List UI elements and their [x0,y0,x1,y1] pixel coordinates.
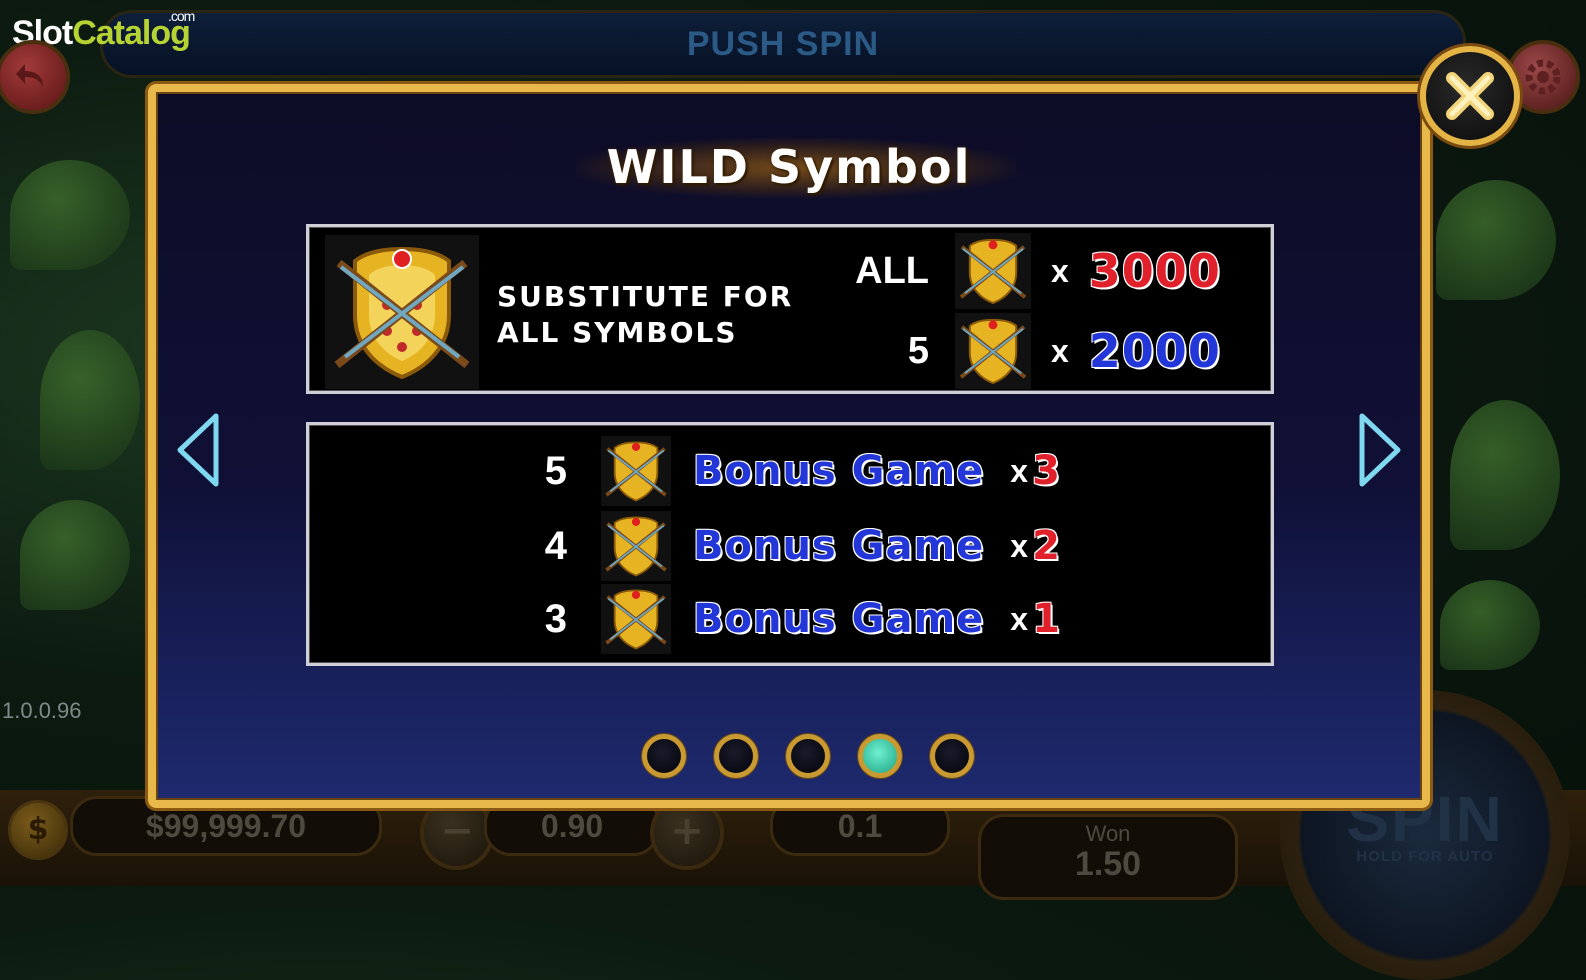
gear-icon [1525,59,1561,95]
bonus-row: 4 Bonus Game x 2 [309,510,1271,582]
won-label: Won [1085,821,1131,846]
page-dot[interactable] [786,734,830,778]
page-dot[interactable] [858,734,902,778]
bonus-label: Bonus Game [693,448,985,494]
modal-title: WILD Symbol [606,140,972,194]
leaf-decoration [1440,580,1540,670]
leaf-decoration [20,500,130,610]
bonus-multiplier-sign: x [1010,600,1029,637]
next-page-button[interactable] [1354,412,1404,488]
bonus-row: 5 Bonus Game x 3 [309,435,1271,507]
payout-row: 5 x 2000 [819,313,1221,389]
wild-shield-crossed-rifles-icon [601,511,671,581]
chevron-right-icon [1359,413,1401,487]
payout-multiplier-sign: x [1051,252,1069,289]
wild-payout-panel: SUBSTITUTE FOR ALL SYMBOLS ALL x 3000 5 [306,224,1274,394]
payout-multiplier-sign: x [1051,332,1069,369]
bonus-count: 3 [544,596,567,641]
substitute-text-line2: ALL SYMBOLS [497,316,738,349]
payout-count: 5 [907,329,929,372]
spin-sublabel: HOLD FOR AUTO [1356,848,1494,865]
page-dot[interactable] [930,734,974,778]
bonus-panel: 5 Bonus Game x 3 4 Bonus Game x 2 3 Bonu… [306,422,1274,666]
substitute-text-line1: SUBSTITUTE FOR [497,280,794,313]
bonus-multiplier-sign: x [1010,527,1029,564]
top-bar-title: PUSH SPIN [686,25,880,63]
back-arrow-icon [16,64,43,87]
won-display: Won 1.50 [978,814,1238,900]
bonus-multiplier: 3 [1032,448,1060,494]
brand-suffix: .com [168,8,195,24]
bonus-label: Bonus Game [693,523,985,569]
payout-count: ALL [855,249,929,292]
bonus-multiplier: 2 [1032,523,1060,569]
coin-dollar-icon: $ [8,800,68,860]
bonus-multiplier: 1 [1032,596,1060,642]
wild-shield-crossed-rifles-icon [601,584,671,654]
close-button[interactable] [1420,46,1520,146]
bonus-row: 3 Bonus Game x 1 [309,583,1271,655]
back-button[interactable] [0,40,70,114]
bonus-multiplier-sign: x [1010,452,1029,489]
version-label: 1.0.0.96 [2,698,82,723]
bonus-count: 5 [544,448,567,493]
page-dot[interactable] [642,734,686,778]
leaf-decoration [1450,400,1560,550]
close-icon [1446,72,1494,120]
payout-value: 2000 [1088,324,1221,378]
paytable-modal: WILD Symbol SUBSTITUTE FOR ALL SYMBOLS A… [148,84,1430,808]
leaf-decoration [1436,180,1556,300]
bonus-label: Bonus Game [693,596,985,642]
prev-page-button[interactable] [174,412,224,488]
wild-shield-crossed-rifles-icon [955,313,1031,389]
top-bar: PUSH SPIN [100,10,1466,78]
page-dot[interactable] [714,734,758,778]
leaf-decoration [40,330,140,470]
payout-value: 3000 [1088,244,1221,298]
leaf-decoration [10,160,130,270]
substitute-description: SUBSTITUTE FOR ALL SYMBOLS [497,279,793,351]
page-indicator [642,734,1002,778]
bonus-count: 4 [544,523,567,568]
chevron-left-icon [177,413,219,487]
wild-shield-crossed-rifles-icon [955,233,1031,309]
wild-shield-crossed-rifles-icon [325,235,479,389]
won-value: 1.50 [1074,845,1142,883]
wild-shield-crossed-rifles-icon [601,436,671,506]
payout-row: ALL x 3000 [819,233,1221,309]
